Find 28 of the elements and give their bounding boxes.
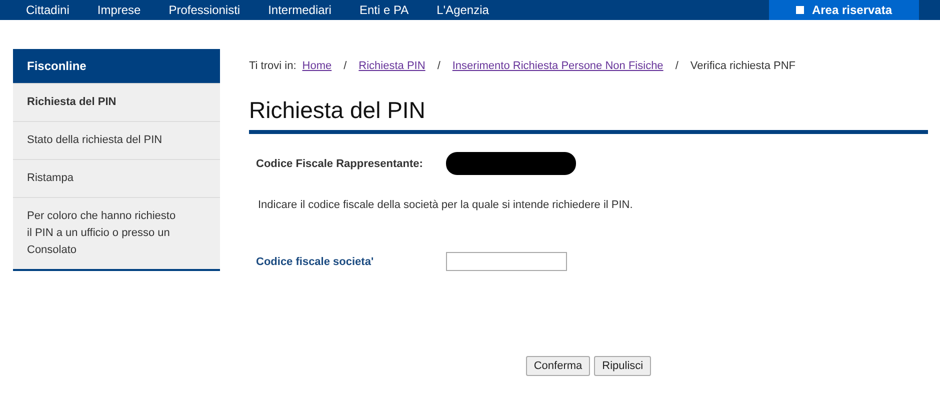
breadcrumb-link[interactable]: Inserimento Richiesta Persone Non Fisiche [452, 60, 664, 72]
page-title: Richiesta del PIN [249, 97, 928, 134]
breadcrumb-prefix: Ti trovi in: [249, 60, 296, 72]
field-label: Codice Fiscale Rappresentante: [256, 158, 424, 170]
breadcrumb-link[interactable]: Home [302, 60, 332, 72]
sidebar-title: Fisconline [13, 49, 220, 83]
reserved-area-button[interactable]: Area riservata [769, 0, 919, 20]
instruction-text: Indicare il codice fiscale della società per la quale si intende richiedere il PIN. [258, 199, 634, 211]
breadcrumb-link[interactable]: Richiesta PIN [358, 60, 426, 72]
square-icon [796, 6, 804, 14]
nav-link[interactable]: Imprese [97, 3, 141, 17]
breadcrumb-current: Verifica richiesta PNF [690, 60, 796, 72]
nav-link[interactable]: Cittadini [26, 3, 70, 17]
breadcrumb-separator: / [437, 60, 440, 72]
breadcrumb-separator: / [675, 60, 678, 72]
nav-link[interactable]: Professionisti [168, 3, 240, 17]
sidebar-item[interactable]: Richiesta del PIN [13, 83, 220, 121]
input-field[interactable] [446, 252, 567, 271]
sidebar-item[interactable]: Per coloro che hanno richiesto il PIN a un ufficio o presso un Consolato [13, 197, 220, 269]
breadcrumb-separator: / [344, 60, 347, 72]
nav-link[interactable]: Intermediari [268, 3, 332, 17]
sidebar-item[interactable]: Stato della richiesta del PIN [13, 121, 220, 159]
sidebar-item[interactable]: Ristampa [13, 159, 220, 197]
nav-link[interactable]: L'Agenzia [436, 3, 489, 17]
field-label: Codice fiscale societa' [256, 256, 375, 268]
nav-link[interactable]: Enti e PA [359, 3, 409, 17]
form-button[interactable]: Ripulisci [594, 356, 652, 376]
form-button[interactable]: Conferma [526, 356, 590, 376]
